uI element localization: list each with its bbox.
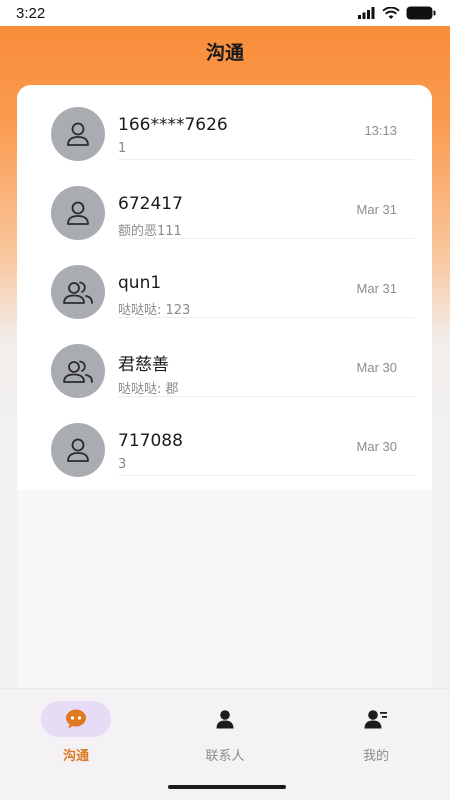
conversation-time: Mar 30 — [356, 439, 397, 454]
page-title: 沟通 — [205, 42, 244, 64]
tab-profile-label: 我的 — [362, 749, 389, 764]
avatar — [51, 344, 105, 398]
wifi-icon — [382, 6, 400, 19]
conversation-message: 3 — [118, 457, 127, 472]
conversation-message: 哒哒哒: 郡 — [118, 382, 179, 397]
row-divider — [118, 238, 414, 239]
status-time: 3:22 — [16, 4, 46, 22]
avatar — [51, 186, 105, 240]
tab-contacts-pill — [190, 701, 260, 737]
conversation-time: Mar 31 — [356, 281, 397, 296]
conversation-message: 哒哒哒: 123 — [118, 303, 191, 318]
conversation-name: qun1 — [118, 273, 162, 293]
row-divider — [118, 396, 414, 397]
conversation-name: 672417 — [118, 194, 183, 214]
avatar — [51, 107, 105, 161]
tab-contacts[interactable]: 联系人 — [190, 701, 300, 771]
conversation-name: 717088 — [118, 431, 183, 451]
tab-profile-pill — [341, 701, 411, 737]
contact-icon — [216, 710, 234, 729]
conversation-time: 13:13 — [364, 123, 397, 138]
conversation-time: Mar 31 — [356, 202, 397, 217]
conversation-time: Mar 30 — [356, 360, 397, 375]
conversation-row[interactable]: qun1 哒哒哒: 123 Mar 31 — [17, 243, 432, 322]
person-icon — [67, 122, 89, 146]
profile-icon — [364, 710, 387, 729]
chat-bubble-icon — [66, 709, 86, 729]
tab-contacts-label: 联系人 — [205, 749, 245, 764]
tab-chat[interactable]: 沟通 — [41, 701, 151, 771]
tab-profile[interactable]: 我的 — [341, 701, 450, 771]
home-indicator — [168, 785, 286, 789]
signal-icon — [358, 7, 375, 19]
conversation-name: 166****7626 — [118, 115, 228, 135]
group-icon — [63, 281, 93, 304]
conversation-row[interactable]: 672417 额的恶111 Mar 31 — [17, 164, 432, 243]
conversation-row[interactable]: 717088 3 Mar 30 — [17, 401, 432, 480]
conversation-card: 166****7626 1 13:13 672417 额的恶111 Mar 31 — [17, 85, 432, 690]
conversation-row[interactable]: 166****7626 1 13:13 — [17, 85, 432, 164]
battery-icon — [406, 6, 436, 20]
conversation-message: 额的恶111 — [118, 224, 182, 239]
row-divider — [118, 475, 414, 476]
group-icon — [63, 360, 93, 383]
conversation-list: 166****7626 1 13:13 672417 额的恶111 Mar 31 — [17, 85, 432, 490]
bottom-tab-bar: 沟通 联系人 我的 — [0, 688, 450, 800]
conversation-message: 1 — [118, 141, 127, 156]
avatar — [51, 423, 105, 477]
tab-chat-label: 沟通 — [62, 749, 89, 764]
status-bar: 3:22 — [0, 0, 450, 26]
conversation-name: 君慈善 — [118, 355, 169, 375]
row-divider — [118, 159, 414, 160]
row-divider — [118, 317, 414, 318]
conversation-row[interactable]: 君慈善 哒哒哒: 郡 Mar 30 — [17, 322, 432, 401]
tab-chat-pill — [41, 701, 111, 737]
status-icons — [358, 6, 436, 20]
person-icon — [67, 201, 89, 225]
avatar — [51, 265, 105, 319]
person-icon — [67, 438, 89, 462]
